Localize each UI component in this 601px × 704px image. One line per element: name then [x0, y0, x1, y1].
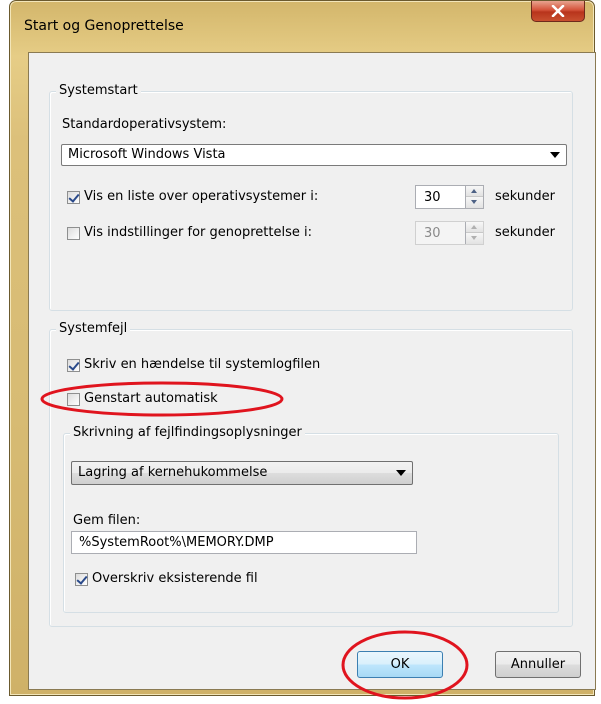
- chevron-down-icon: [550, 152, 560, 158]
- dump-file-label: Gem filen:: [73, 513, 141, 528]
- recovery-timeout-value: 30: [424, 226, 441, 241]
- ok-button-label: OK: [390, 657, 410, 672]
- window-title: Start og Genoprettelse: [24, 18, 184, 34]
- close-button[interactable]: [531, 1, 585, 22]
- overwrite-checkbox[interactable]: [75, 573, 88, 586]
- os-list-timeout-value: 30: [424, 190, 441, 205]
- chevron-down-icon: [396, 470, 406, 476]
- overwrite-label: Overskriv eksisterende fil: [92, 571, 258, 586]
- debug-info-group-title: Skrivning af fejlfindingsoplysninger: [70, 425, 305, 441]
- recovery-timeout-stepper[interactable]: 30: [415, 221, 484, 245]
- write-event-label: Skriv en hændelse til systemlogfilen: [84, 357, 321, 372]
- write-event-checkbox[interactable]: [67, 359, 80, 372]
- cancel-button[interactable]: Annuller: [495, 651, 581, 678]
- show-recovery-label: Vis indstillinger for genoprettelse i:: [84, 225, 312, 240]
- auto-restart-checkbox[interactable]: [67, 393, 80, 406]
- ok-button[interactable]: OK: [357, 651, 443, 678]
- recovery-timeout-unit: sekunder: [495, 225, 555, 240]
- spin-up-icon[interactable]: [466, 222, 483, 233]
- show-recovery-checkbox[interactable]: [67, 227, 80, 240]
- cancel-button-label: Annuller: [510, 657, 566, 672]
- os-list-timeout-stepper[interactable]: 30: [415, 185, 484, 209]
- startup-group-title: Systemstart: [56, 83, 141, 99]
- default-os-value: Microsoft Windows Vista: [68, 147, 226, 162]
- default-os-select[interactable]: Microsoft Windows Vista: [61, 144, 567, 166]
- dialog-client-area: Systemstart Standardoperativsystem: Micr…: [28, 52, 596, 700]
- dump-type-select[interactable]: Lagring af kernehukommelse: [71, 461, 413, 485]
- spin-down-icon[interactable]: [466, 233, 483, 244]
- auto-restart-label: Genstart automatisk: [84, 391, 218, 406]
- spin-up-icon[interactable]: [466, 186, 483, 197]
- dialog-window: Start og Genoprettelse Systemstart Stand…: [9, 0, 596, 700]
- spin-down-icon[interactable]: [466, 197, 483, 208]
- system-failure-group-title: Systemfejl: [56, 321, 131, 337]
- dump-file-input[interactable]: [72, 532, 416, 553]
- show-os-list-label: Vis en liste over operativsystemer i:: [84, 189, 319, 204]
- os-list-timeout-unit: sekunder: [495, 189, 555, 204]
- show-os-list-checkbox[interactable]: [67, 191, 80, 204]
- default-os-label: Standardoperativsystem:: [62, 117, 227, 132]
- dump-file-field[interactable]: [71, 531, 417, 554]
- dump-type-value: Lagring af kernehukommelse: [78, 465, 268, 480]
- close-icon: [551, 5, 565, 17]
